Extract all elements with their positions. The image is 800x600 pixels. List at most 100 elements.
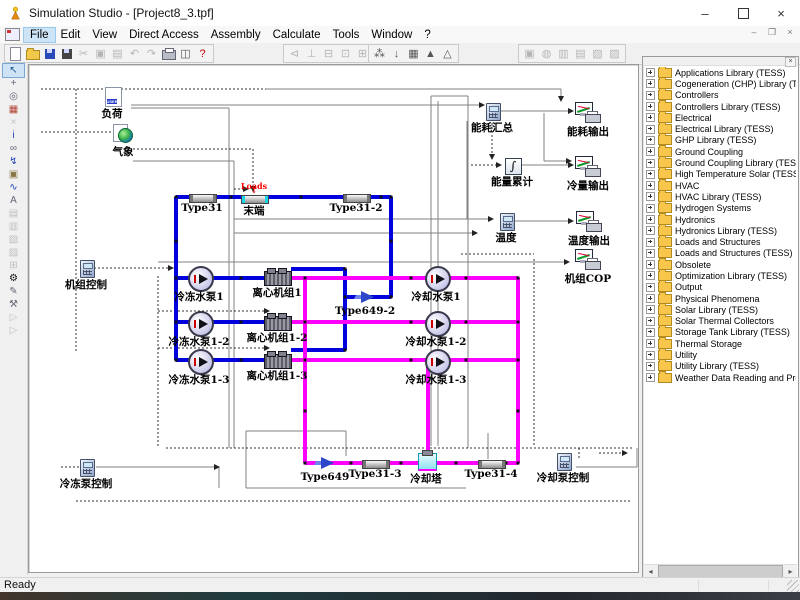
- node-cw-pump-control[interactable]: [557, 453, 572, 471]
- table-icon[interactable]: ▦: [406, 46, 421, 61]
- node-type649-2[interactable]: [355, 290, 375, 304]
- redo-icon[interactable]: ↷: [144, 46, 159, 61]
- menu-direct-access[interactable]: Direct Access: [123, 28, 205, 42]
- paste-icon[interactable]: ▤: [110, 46, 125, 61]
- expand-icon[interactable]: [646, 317, 655, 326]
- view-1-icon[interactable]: ▣: [522, 46, 537, 61]
- node-weather[interactable]: [113, 124, 133, 143]
- document-icon[interactable]: [5, 28, 20, 41]
- undo-icon[interactable]: ↶: [127, 46, 142, 61]
- palette-item-24[interactable]: Thermal Storage: [645, 338, 796, 349]
- expand-icon[interactable]: [646, 113, 655, 122]
- menu-calculate[interactable]: Calculate: [267, 28, 327, 42]
- expand-icon[interactable]: [646, 339, 655, 348]
- palette-item-1[interactable]: Cogeneration (CHP) Library (TESS): [645, 78, 796, 89]
- node-unit-control[interactable]: [80, 260, 95, 278]
- menu-?[interactable]: ?: [418, 28, 436, 42]
- link-tool[interactable]: ∞: [3, 142, 24, 155]
- expand-icon[interactable]: [646, 328, 655, 337]
- expand-icon[interactable]: [646, 125, 655, 134]
- fit-height-icon[interactable]: ⊥: [304, 46, 319, 61]
- expand-icon[interactable]: [646, 283, 655, 292]
- marker-icon[interactable]: ▲: [423, 46, 438, 61]
- mdi-restore-button[interactable]: ❐: [766, 27, 778, 38]
- palette-item-10[interactable]: HVAC: [645, 180, 796, 191]
- build-tool[interactable]: ⚒: [3, 298, 24, 311]
- hierarchy-icon[interactable]: ⁂: [372, 46, 387, 61]
- palette-item-5[interactable]: Electrical Library (TESS): [645, 123, 796, 134]
- close-button[interactable]: ×: [762, 0, 800, 26]
- node-unit-cop[interactable]: [575, 249, 601, 270]
- landscape-icon[interactable]: △: [440, 46, 455, 61]
- palette-item-17[interactable]: Obsolete: [645, 259, 796, 270]
- palette-item-19[interactable]: Output: [645, 282, 796, 293]
- palette-item-26[interactable]: Utility Library (TESS): [645, 361, 796, 372]
- mdi-close-button[interactable]: ×: [784, 27, 796, 38]
- panel-hscrollbar[interactable]: ◂ ▸: [644, 564, 797, 578]
- expand-icon[interactable]: [646, 271, 655, 280]
- expand-icon[interactable]: [646, 238, 655, 247]
- panel-header[interactable]: ×: [643, 57, 798, 66]
- expand-icon[interactable]: [646, 294, 655, 303]
- expand-icon[interactable]: [646, 147, 655, 156]
- expand-icon[interactable]: [646, 249, 655, 258]
- expand-icon[interactable]: [646, 204, 655, 213]
- view-3-icon[interactable]: ▥: [556, 46, 571, 61]
- node-energy-out[interactable]: [575, 102, 601, 123]
- node-load[interactable]: USER: [105, 87, 122, 107]
- delete-tool[interactable]: ×: [3, 116, 24, 129]
- node-energy-acc[interactable]: ∫: [505, 158, 522, 175]
- palette-item-22[interactable]: Solar Thermal Collectors: [645, 316, 796, 327]
- library-tool[interactable]: ▦: [3, 103, 24, 116]
- menu-assembly[interactable]: Assembly: [205, 28, 267, 42]
- palette-item-9[interactable]: High Temperature Solar (TESS): [645, 169, 796, 180]
- palette-item-8[interactable]: Ground Coupling Library (TESS): [645, 157, 796, 168]
- print-preview-icon[interactable]: ◫: [178, 46, 193, 61]
- new-file-icon[interactable]: [8, 46, 23, 61]
- expand-icon[interactable]: [646, 68, 655, 77]
- macro-3-tool[interactable]: ▧: [3, 233, 24, 246]
- view-2-icon[interactable]: ◍: [539, 46, 554, 61]
- macro-2-tool[interactable]: ▥: [3, 220, 24, 233]
- palette-item-13[interactable]: Hydronics: [645, 214, 796, 225]
- open-file-icon[interactable]: [25, 46, 40, 61]
- copy-icon[interactable]: ▣: [93, 46, 108, 61]
- pan-tool[interactable]: +: [3, 77, 24, 90]
- parameter-tool[interactable]: ↯: [3, 155, 24, 168]
- expand-icon[interactable]: [646, 170, 655, 179]
- settings-tool[interactable]: ⚙: [3, 272, 24, 285]
- view-5-icon[interactable]: ▧: [590, 46, 605, 61]
- help-icon[interactable]: ?: [195, 46, 210, 61]
- expand-icon[interactable]: [646, 305, 655, 314]
- menu-window[interactable]: Window: [365, 28, 418, 42]
- flag-1-tool[interactable]: ▷: [3, 311, 24, 324]
- palette-item-20[interactable]: Physical Phenomena: [645, 293, 796, 304]
- expand-icon[interactable]: [646, 362, 655, 371]
- print-icon[interactable]: [161, 46, 176, 61]
- palette-item-25[interactable]: Utility: [645, 349, 796, 360]
- macro-1-tool[interactable]: ▤: [3, 207, 24, 220]
- duplicate-tool[interactable]: ▣: [3, 168, 24, 181]
- sort-down-icon[interactable]: ↓: [389, 46, 404, 61]
- macro-5-tool[interactable]: ⊞: [3, 259, 24, 272]
- expand-icon[interactable]: [646, 159, 655, 168]
- palette-item-0[interactable]: Applications Library (TESS): [645, 67, 796, 78]
- palette-item-11[interactable]: HVAC Library (TESS): [645, 191, 796, 202]
- mdi-minimize-button[interactable]: –: [748, 27, 760, 38]
- expand-icon[interactable]: [646, 373, 655, 382]
- signal-tool[interactable]: ∿: [3, 181, 24, 194]
- text-tool[interactable]: A: [3, 194, 24, 207]
- palette-item-7[interactable]: Ground Coupling: [645, 146, 796, 157]
- flag-2-tool[interactable]: ▷: [3, 324, 24, 337]
- macro-4-tool[interactable]: ▨: [3, 246, 24, 259]
- palette-item-3[interactable]: Controllers Library (TESS): [645, 101, 796, 112]
- palette-item-15[interactable]: Loads and Structures: [645, 236, 796, 247]
- expand-icon[interactable]: [646, 226, 655, 235]
- select-tool[interactable]: ↖: [3, 64, 24, 77]
- menu-file[interactable]: File: [24, 28, 55, 42]
- palette-item-14[interactable]: Hydronics Library (TESS): [645, 225, 796, 236]
- panel-close-icon[interactable]: ×: [785, 57, 796, 67]
- cut-icon[interactable]: ✂: [76, 46, 91, 61]
- palette-item-16[interactable]: Loads and Structures (TESS): [645, 248, 796, 259]
- palette-item-4[interactable]: Electrical: [645, 112, 796, 123]
